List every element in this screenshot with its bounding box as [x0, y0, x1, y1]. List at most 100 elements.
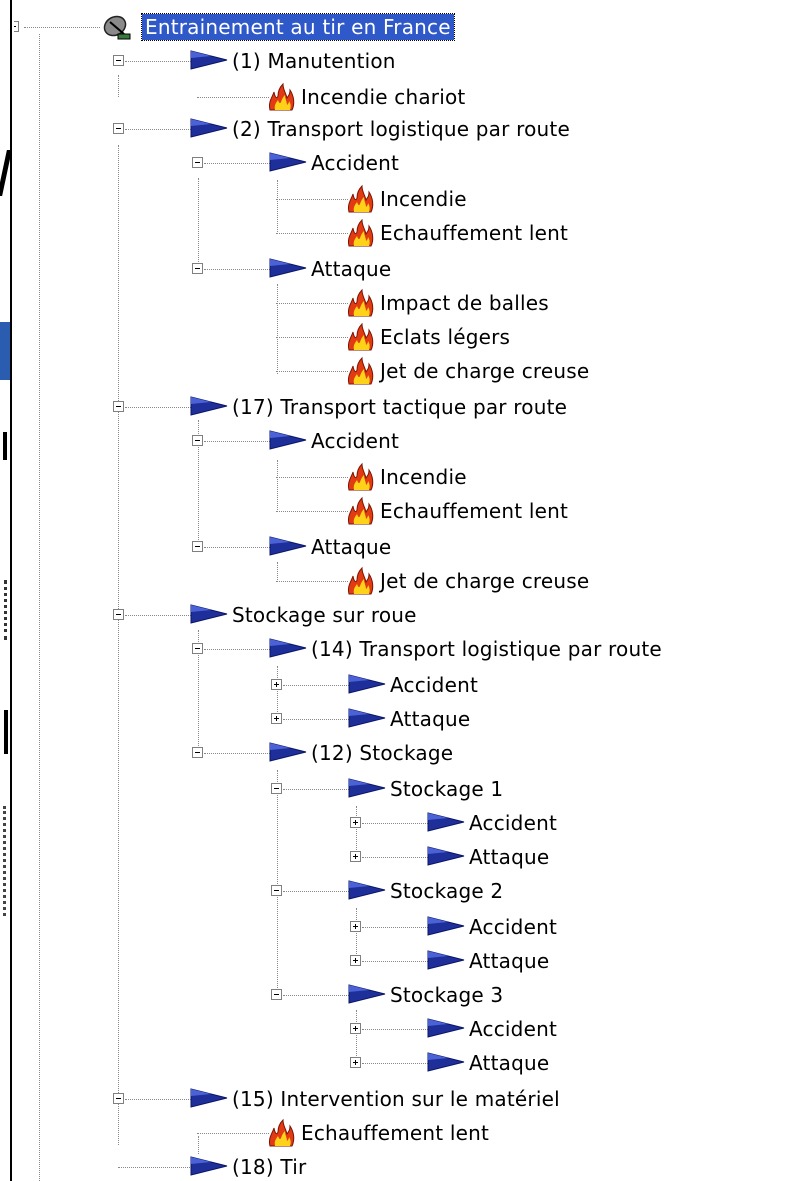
expand-toggle[interactable]	[350, 921, 361, 932]
cropped-dotted-line	[3, 806, 10, 916]
collapse-toggle[interactable]	[271, 989, 282, 1000]
collapse-toggle[interactable]	[113, 1093, 124, 1104]
blue-flag-icon	[347, 877, 387, 907]
tree-node[interactable]: Echauffement lent	[197, 216, 571, 250]
tree-node[interactable]: (1) Manutention	[39, 44, 399, 78]
tree-connector	[362, 1029, 434, 1030]
tree-connector	[125, 615, 197, 616]
blue-flag-icon	[189, 393, 229, 423]
tree-root-node[interactable]: Entrainement au tir en France	[14, 10, 455, 44]
blue-flag-icon	[426, 1049, 466, 1079]
collapse-toggle[interactable]	[192, 747, 203, 758]
fire-icon	[266, 82, 306, 112]
blue-flag-icon	[426, 947, 466, 977]
expand-toggle[interactable]	[350, 1023, 361, 1034]
tree-connector	[283, 719, 355, 720]
tree-node[interactable]: Incendie	[197, 460, 470, 494]
collapse-toggle[interactable]	[271, 885, 282, 896]
blue-flag-icon	[426, 843, 466, 873]
collapse-toggle[interactable]	[192, 263, 203, 274]
blue-flag-icon	[189, 601, 229, 631]
tree-connector	[204, 649, 276, 650]
tree-node[interactable]: Accident	[118, 146, 402, 180]
tree-node[interactable]: Stockage 2	[197, 874, 506, 908]
tree-node[interactable]: Accident	[118, 424, 402, 458]
collapse-toggle[interactable]	[192, 157, 203, 168]
tree-node[interactable]: Eclats légers	[197, 320, 513, 354]
tree-connector	[125, 61, 197, 62]
tree-connector	[362, 961, 434, 962]
tree-node[interactable]: Attaque	[276, 1046, 552, 1080]
tree-node[interactable]: Attaque	[276, 944, 552, 978]
tree-node-label: Incendie chariot	[301, 85, 466, 109]
tree-node-label: Jet de charge creuse	[380, 569, 590, 593]
tree-node[interactable]: Incendie	[197, 182, 470, 216]
expand-toggle[interactable]	[350, 817, 361, 828]
tree-connector	[125, 407, 197, 408]
tree-node[interactable]: Accident	[276, 806, 560, 840]
expand-toggle[interactable]	[350, 955, 361, 966]
tree-node[interactable]: Attaque	[276, 840, 552, 874]
tree-connector	[362, 1063, 434, 1064]
tree-connector	[204, 163, 276, 164]
tree-node[interactable]: Jet de charge creuse	[197, 354, 592, 388]
tree-node[interactable]: Attaque	[197, 702, 473, 736]
expand-toggle[interactable]	[350, 1057, 361, 1068]
blue-flag-icon	[347, 775, 387, 805]
blue-flag-icon	[268, 255, 308, 285]
fire-icon	[345, 566, 385, 596]
expand-toggle[interactable]	[271, 713, 282, 724]
tree-connector	[362, 927, 434, 928]
tree-node[interactable]: Incendie chariot	[118, 80, 468, 114]
tree-node-label: (15) Intervention sur le matériel	[232, 1087, 560, 1111]
tree-node[interactable]: Attaque	[118, 252, 394, 286]
tree-connector	[276, 337, 348, 338]
collapse-toggle[interactable]	[192, 643, 203, 654]
tree-node[interactable]: Echauffement lent	[118, 1116, 492, 1150]
expand-toggle[interactable]	[350, 851, 361, 862]
collapse-toggle[interactable]	[113, 401, 124, 412]
collapse-toggle[interactable]	[113, 609, 124, 620]
tree-node-label: Incendie	[380, 465, 467, 489]
window-border	[10, 0, 12, 1181]
tree-node[interactable]: Accident	[276, 910, 560, 944]
tree-node[interactable]: Stockage sur roue	[39, 598, 420, 632]
tree-node[interactable]: (2) Transport logistique par route	[39, 112, 573, 146]
tree-node[interactable]: Attaque	[118, 530, 394, 564]
tree-node[interactable]: (12) Stockage	[118, 736, 456, 770]
tree-node-label: (14) Transport logistique par route	[311, 637, 662, 661]
tree-connector	[204, 269, 276, 270]
tree-node[interactable]: (14) Transport logistique par route	[118, 632, 665, 666]
tree-connector	[276, 199, 348, 200]
tree-node[interactable]: (18) Tir	[39, 1150, 309, 1181]
tree-connector	[204, 441, 276, 442]
collapse-toggle[interactable]	[192, 541, 203, 552]
tree-node[interactable]: Jet de charge creuse	[197, 564, 592, 598]
tree-connector	[276, 233, 348, 234]
tree-node[interactable]: Accident	[276, 1012, 560, 1046]
tree-node[interactable]: Stockage 1	[197, 772, 506, 806]
collapse-toggle[interactable]	[271, 783, 282, 794]
collapse-toggle[interactable]	[113, 123, 124, 134]
tree-node[interactable]: Echauffement lent	[197, 494, 571, 528]
tree-node[interactable]: Accident	[197, 668, 481, 702]
tree-node-label: Attaque	[390, 707, 471, 731]
expand-toggle[interactable]	[271, 679, 282, 690]
tree-connector	[197, 97, 269, 98]
tree-node-label: Echauffement lent	[301, 1121, 490, 1145]
tree-node-label: Attaque	[469, 845, 550, 869]
collapse-toggle[interactable]	[113, 55, 124, 66]
tree-node[interactable]: (17) Transport tactique par route	[39, 390, 570, 424]
tree-node-label: Stockage 3	[390, 983, 504, 1007]
tree-node[interactable]: Stockage 3	[197, 978, 506, 1012]
tree-node-label: Entrainement au tir en France	[141, 13, 455, 41]
tree-node[interactable]: Impact de balles	[197, 286, 552, 320]
collapse-toggle[interactable]	[14, 21, 19, 32]
tree-connector	[276, 477, 348, 478]
tree-view[interactable]: Entrainement au tir en France (1) Manute…	[14, 0, 786, 1181]
collapse-toggle[interactable]	[192, 435, 203, 446]
tree-node-label: Accident	[390, 673, 478, 697]
tree-node-label: Attaque	[311, 257, 392, 281]
tree-node[interactable]: (15) Intervention sur le matériel	[39, 1082, 563, 1116]
tree-node-label: Attaque	[469, 1051, 550, 1075]
